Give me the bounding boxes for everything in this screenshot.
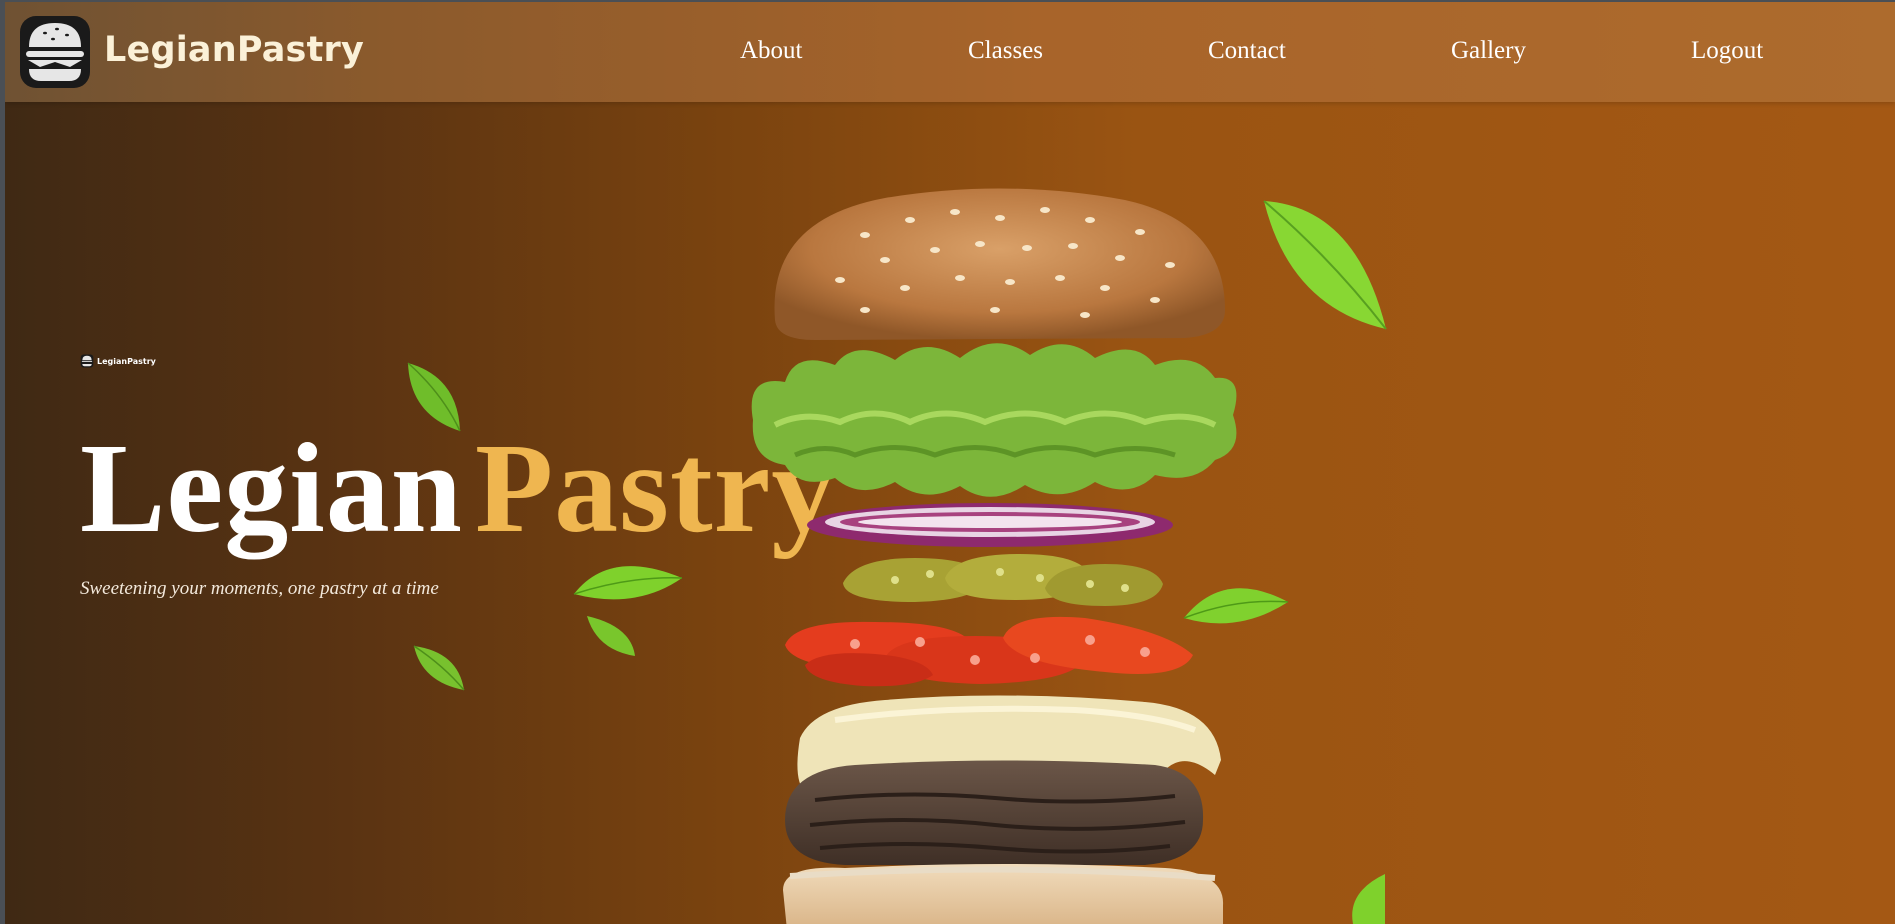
nav-link-gallery[interactable]: Gallery xyxy=(1451,37,1526,65)
nav-link-contact[interactable]: Contact xyxy=(1208,37,1286,65)
mini-burger-logo-icon xyxy=(80,354,94,368)
brand-name[interactable]: LegianPastry xyxy=(104,30,364,70)
leaf-icon xyxy=(407,362,461,432)
navbar: LegianPastry About Classes Contact Galle… xyxy=(5,2,1895,102)
hero-title-legian: Legian xyxy=(80,417,463,559)
nav-link-about[interactable]: About xyxy=(740,37,803,65)
burger-illustration xyxy=(751,188,1237,924)
mini-logo-text: LegianPastry xyxy=(97,356,156,366)
hero-tagline: Sweetening your moments, one pastry at a… xyxy=(80,578,439,599)
hero-section: LegianPastry LegianPastry Sweetening you… xyxy=(5,102,1895,924)
leaf-icon xyxy=(1263,200,1387,330)
leaf-icon xyxy=(1352,874,1385,924)
leaf-icon xyxy=(413,645,465,691)
page-frame: LegianPastry About Classes Contact Galle… xyxy=(5,2,1895,924)
nav-link-logout[interactable]: Logout xyxy=(1691,37,1763,65)
nav-link-classes[interactable]: Classes xyxy=(968,37,1043,65)
burger-logo-icon[interactable] xyxy=(17,13,93,91)
leaf-icon xyxy=(587,616,635,656)
hero-title: LegianPastry xyxy=(80,424,836,552)
leaf-icon xyxy=(573,566,683,600)
hero-mini-logo: LegianPastry xyxy=(80,354,156,368)
